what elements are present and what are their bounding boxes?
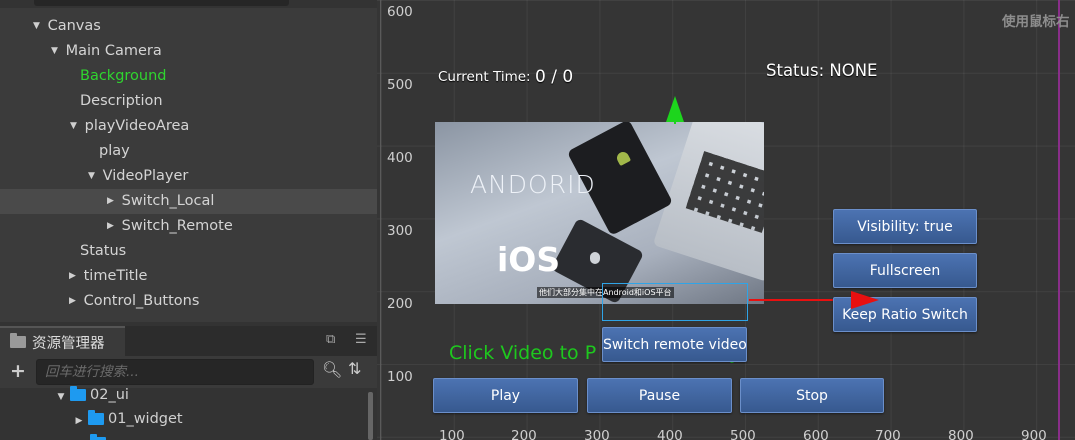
tree-item-label: Background (80, 68, 167, 84)
tree-item-status[interactable]: Status (0, 239, 377, 264)
collapse-arrow-icon[interactable]: ▶ (66, 264, 79, 289)
tree-item-play[interactable]: play (0, 139, 377, 164)
expand-arrow-icon[interactable]: ▼ (48, 39, 61, 64)
y-tick-200: 200 (387, 296, 413, 312)
tree-item-main-camera[interactable]: ▼ Main Camera (0, 39, 377, 64)
search-icon[interactable]: 🔍︎ (322, 360, 342, 379)
tree-item-description[interactable]: Description (0, 89, 377, 114)
maximize-icon[interactable]: ⧉ (326, 332, 335, 347)
y-tick-600: 600 (387, 4, 413, 20)
tree-item-time-title[interactable]: ▶ timeTitle (0, 264, 377, 289)
tree-item-label: timeTitle (83, 268, 148, 284)
x-tick-200: 200 (511, 428, 537, 440)
play-button[interactable]: Play (433, 378, 578, 413)
tree-item-label: VideoPlayer (102, 168, 189, 184)
current-time-label: Current Time: (438, 69, 531, 85)
assets-tab-title: 资源管理器 (32, 335, 105, 352)
folder-icon (70, 386, 86, 401)
tree-item-label: Switch_Local (121, 193, 215, 209)
tree-item-switch-local[interactable]: ▶ Switch_Local (0, 189, 377, 214)
canvas-boundary-line (1058, 0, 1060, 440)
tree-item-label: Description (80, 93, 163, 109)
tree-item-label: play (99, 143, 130, 159)
assets-panel-header: 资源管理器 ⧉ ☰ (0, 326, 377, 356)
assets-scrollbar[interactable] (368, 392, 373, 440)
asset-folder-partial[interactable] (88, 432, 110, 440)
expand-arrow-icon[interactable]: ▼ (54, 386, 68, 408)
status-text: Status: NONE (766, 61, 878, 80)
scene-view[interactable]: 600 500 400 300 200 100 100 200 300 400 … (377, 0, 1075, 440)
asset-label: 02_ui (90, 387, 129, 403)
collapse-arrow-icon[interactable]: ▶ (66, 289, 79, 314)
switch-remote-video-button[interactable]: Switch remote video (602, 327, 747, 362)
gizmo-y-arrow-icon[interactable] (666, 96, 684, 122)
y-tick-100: 100 (387, 369, 413, 385)
pause-button[interactable]: Pause (587, 378, 732, 413)
hierarchy-toolbar: ⌕ ⟳ (0, 0, 377, 8)
x-tick-600: 600 (803, 428, 829, 440)
folder-icon (10, 333, 26, 348)
expand-arrow-icon[interactable]: ▼ (85, 164, 98, 189)
asset-folder-01-widget[interactable]: ▶ 01_widget (72, 408, 183, 430)
video-player[interactable]: ANDORID iOS 他们大部分集中在Android和iOS平台 (435, 122, 764, 304)
scene-hint-text: 使用鼠标右 (1002, 14, 1070, 30)
sort-icon[interactable]: ⇅ (348, 359, 361, 378)
visibility-button[interactable]: Visibility: true (833, 209, 977, 244)
tree-item-label: Canvas (47, 18, 101, 34)
asset-folder-02-ui[interactable]: ▼ 02_ui (54, 384, 129, 406)
tree-item-switch-remote[interactable]: ▶ Switch_Remote (0, 214, 377, 239)
x-tick-400: 400 (657, 428, 683, 440)
hierarchy-search-input[interactable] (34, 0, 289, 6)
tree-item-video-player[interactable]: ▼ VideoPlayer (0, 164, 377, 189)
folder-icon (88, 410, 104, 425)
x-tick-100: 100 (439, 428, 465, 440)
tree-item-label: playVideoArea (84, 118, 190, 134)
selection-rect[interactable] (602, 283, 748, 321)
collapse-arrow-icon[interactable]: ▶ (72, 410, 86, 432)
fullscreen-button[interactable]: Fullscreen (833, 253, 977, 288)
tree-item-label: Switch_Remote (121, 218, 233, 234)
tree-item-canvas[interactable]: ▼ Canvas (0, 14, 377, 39)
assets-panel: 资源管理器 ⧉ ☰ + 回车进行搜索... 🔍︎ ⇅ ▼ 02_ui ▶ 01_wi… (0, 322, 377, 440)
video-title-andorid: ANDORID (470, 170, 596, 199)
hierarchy-toolbar-icons[interactable]: ⌕ ⟳ (300, 0, 351, 3)
collapse-arrow-icon[interactable]: ▶ (104, 214, 117, 239)
x-tick-800: 800 (948, 428, 974, 440)
tree-item-label: Main Camera (65, 43, 162, 59)
stop-button[interactable]: Stop (740, 378, 884, 413)
x-tick-300: 300 (584, 428, 610, 440)
add-asset-button[interactable]: + (10, 360, 26, 382)
video-title-ios: iOS (497, 240, 561, 279)
asset-search-input[interactable]: 回车进行搜索... (36, 359, 314, 385)
y-tick-400: 400 (387, 150, 413, 166)
x-tick-900: 900 (1021, 428, 1047, 440)
x-tick-700: 700 (875, 428, 901, 440)
click-video-text: Click Video to P (449, 342, 597, 364)
assets-tab[interactable]: 资源管理器 (0, 326, 125, 356)
y-tick-300: 300 (387, 223, 413, 239)
asset-label: 01_widget (108, 411, 183, 427)
y-tick-500: 500 (387, 77, 413, 93)
apple-icon (590, 252, 600, 264)
tree-item-background[interactable]: Background (0, 64, 377, 89)
expand-arrow-icon[interactable]: ▼ (30, 14, 43, 39)
tree-item-control-buttons[interactable]: ▶ Control_Buttons (0, 289, 377, 314)
hierarchy-panel: ⌕ ⟳ ▼ Canvas ▼ Main Camera Background De… (0, 0, 377, 322)
gizmo-x-arrow-icon[interactable] (851, 291, 879, 309)
x-tick-500: 500 (730, 428, 756, 440)
expand-arrow-icon[interactable]: ▼ (67, 114, 80, 139)
collapse-arrow-icon[interactable]: ▶ (104, 189, 117, 214)
tree-item-label: Control_Buttons (83, 293, 200, 309)
tree-item-play-video-area[interactable]: ▼ playVideoArea (0, 114, 377, 139)
tree-item-label: Status (80, 243, 127, 259)
menu-icon[interactable]: ☰ (355, 332, 367, 347)
scene-border (380, 0, 381, 440)
current-time-value: 0 / 0 (535, 67, 574, 87)
